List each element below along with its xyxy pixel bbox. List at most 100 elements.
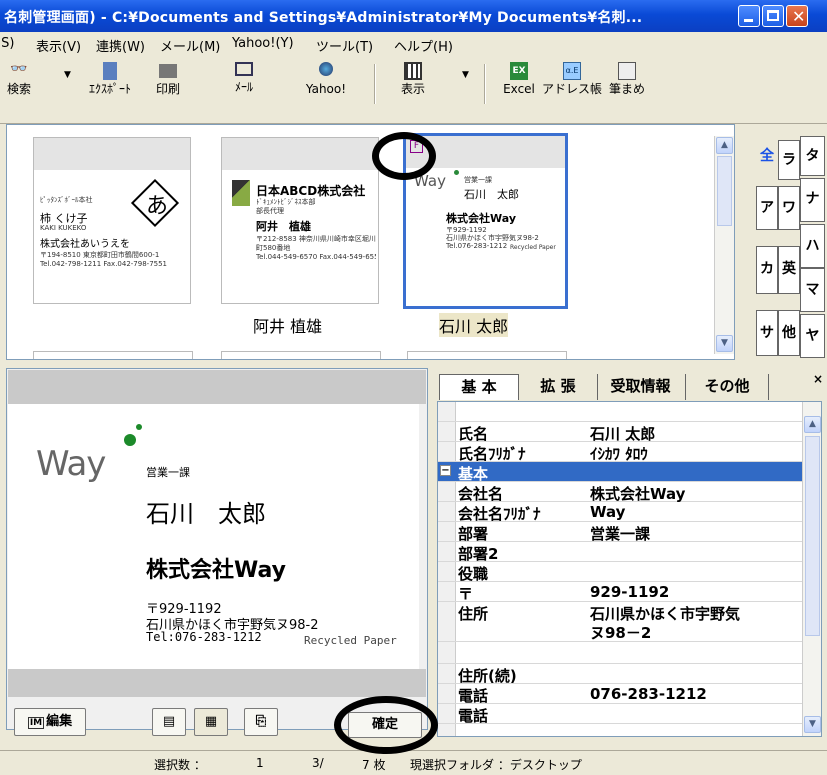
scroll-down-arrow-icon[interactable]: ▼: [804, 716, 821, 733]
prop-group-basic[interactable]: − 基本: [438, 462, 806, 483]
page-position: 3/: [312, 756, 324, 770]
ime-icon: IM: [27, 717, 45, 729]
gallery-scrollbar[interactable]: ▲ ▼: [714, 136, 734, 354]
card-name-label: 阿井 植雄: [253, 317, 323, 336]
kana-tab-sa[interactable]: サ: [756, 310, 778, 356]
prop-row-phone[interactable]: 電話 076-283-1212: [438, 684, 806, 705]
kana-tab-na[interactable]: ナ: [800, 178, 825, 222]
menu-item-help[interactable]: ヘルプ(H): [394, 36, 453, 55]
menu-item-view[interactable]: 表示(V): [36, 36, 81, 55]
excel-icon: EX: [510, 62, 528, 80]
fudemame-button[interactable]: 筆まめ: [604, 62, 650, 96]
back-side-button[interactable]: ▦: [194, 708, 228, 736]
tab-received[interactable]: 受取情報: [597, 374, 683, 400]
maximize-button[interactable]: [762, 5, 784, 27]
kana-tab-other[interactable]: 他: [778, 310, 800, 356]
business-card-thumbnail[interactable]: あ ﾋﾟｯﾀﾝｽﾞﾎﾞｰﾙ本社 柿 くけ子 KAKI KUKEKO 株式会社あい…: [33, 137, 191, 304]
kana-tab-ei[interactable]: 英: [778, 246, 800, 294]
kana-tab-ka[interactable]: カ: [756, 246, 778, 294]
prop-row-zip[interactable]: 〒 929-1192: [438, 582, 806, 603]
kana-tab-a[interactable]: ア: [756, 186, 778, 230]
binoculars-icon: 👓: [10, 61, 28, 77]
addressbook-button[interactable]: α.E アドレス帳: [540, 62, 604, 96]
mail-icon: [235, 62, 253, 76]
card-front-icon: ▤: [162, 714, 176, 729]
prop-row-address2[interactable]: 住所(続): [438, 664, 806, 685]
scroll-up-arrow-icon[interactable]: ▲: [716, 137, 733, 154]
scroll-thumb[interactable]: [717, 156, 732, 226]
tab-basic[interactable]: 基 本: [439, 374, 519, 400]
annotation-circle: [334, 696, 438, 754]
close-button[interactable]: ✕: [786, 5, 808, 27]
globe-icon: [319, 62, 333, 76]
scroll-up-arrow-icon[interactable]: ▲: [804, 416, 821, 433]
card-logo: [232, 180, 250, 206]
kana-tab-ha[interactable]: ハ: [800, 224, 825, 268]
mail-button[interactable]: ﾒｰﾙ: [224, 62, 264, 94]
title-bar: 名刺管理画面) - C:¥Documents and Settings¥Admi…: [0, 0, 827, 32]
card-company: 株式会社Way: [146, 558, 286, 583]
minimize-button[interactable]: [738, 5, 760, 27]
close-icon: ✕: [792, 7, 806, 26]
yahoo-button[interactable]: Yahoo!: [298, 62, 354, 96]
export-icon: [103, 62, 117, 80]
card-dept: 営業一課: [146, 466, 190, 479]
collapse-icon[interactable]: −: [440, 465, 451, 476]
prop-row-name[interactable]: 氏名 石川 太郎: [438, 422, 806, 443]
view-button[interactable]: 表示: [396, 62, 430, 96]
business-card-thumbnail[interactable]: 日本ABCD株式会社 ﾄﾞｷｭﾒﾝﾄﾋﾞｼﾞﾈｽ本部 部長代理 阿井 植雄 〒2…: [221, 137, 379, 304]
tab-other[interactable]: その他: [685, 374, 769, 400]
kana-index: 全 ラ タ ナ ア ワ ハ カ 英 マ サ 他 ヤ: [748, 124, 827, 360]
pen-icon: [618, 62, 636, 80]
prop-row-title[interactable]: 役職: [438, 562, 806, 583]
tab-extended[interactable]: 拡 張: [525, 374, 591, 400]
prop-row-address[interactable]: 住所 石川県かほく市宇野気 ヌ98－2: [438, 602, 806, 642]
property-scrollbar[interactable]: ▲ ▼: [802, 402, 821, 736]
prop-row-dept[interactable]: 部署 営業一課: [438, 522, 806, 543]
minimize-icon: [744, 19, 753, 22]
card-recycled: Recycled Paper: [304, 634, 397, 647]
prop-row-name-kana[interactable]: 氏名ﾌﾘｶﾞﾅ ｲｼｶﾜ ﾀﾛｳ: [438, 442, 806, 463]
kana-tab-ya[interactable]: ヤ: [800, 314, 825, 358]
menu-item-mail[interactable]: メール(M): [160, 36, 220, 55]
search-dropdown-arrow-icon[interactable]: ▼: [64, 70, 71, 80]
status-bar: 選択数 ： 1 3/ 7 枚 現選択フォルダ ：デスクトップ: [0, 750, 827, 775]
menu-bar: (S) 表示(V) 連携(W) メール(M) Yahoo!(Y) ツール(T) …: [0, 32, 827, 56]
scroll-thumb[interactable]: [805, 436, 820, 636]
selection-count-label: 選択数 ：: [154, 758, 206, 772]
menu-item-s[interactable]: (S): [0, 36, 14, 51]
menu-item-link[interactable]: 連携(W): [96, 36, 145, 55]
card-logo-dot: [124, 434, 136, 446]
clip-button[interactable]: ⎘: [244, 708, 278, 736]
front-side-button[interactable]: ▤: [152, 708, 186, 736]
window-title: 名刺管理画面) - C:¥Documents and Settings¥Admi…: [4, 10, 643, 26]
card-back-icon: ▦: [204, 714, 218, 729]
scroll-down-arrow-icon[interactable]: ▼: [716, 335, 733, 352]
search-button[interactable]: 👓 検索: [2, 62, 36, 96]
kana-tab-ta[interactable]: タ: [800, 136, 825, 176]
export-button[interactable]: ｴｸｽﾎﾟｰﾄ: [80, 62, 140, 96]
kana-tab-wa[interactable]: ワ: [778, 186, 800, 230]
printer-icon: [159, 64, 177, 78]
toolbar-separator: [484, 64, 486, 104]
business-card-preview: Way 営業一課 石川 太郎 株式会社Way 〒929-1192 石川県かほく市…: [8, 404, 419, 669]
kana-tab-all[interactable]: 全: [756, 136, 778, 180]
current-folder: 現選択フォルダ ：デスクトップ: [410, 758, 582, 772]
excel-button[interactable]: EX Excel: [500, 62, 538, 96]
menu-item-tools[interactable]: ツール(T): [316, 36, 373, 55]
prop-row-phone2[interactable]: 電話: [438, 704, 806, 725]
print-button[interactable]: 印刷: [148, 62, 188, 96]
kana-tab-ra[interactable]: ラ: [778, 140, 800, 180]
card-tel: Tel:076-283-1212: [146, 630, 262, 644]
prop-row-company-kana[interactable]: 会社名ﾌﾘｶﾞﾅ Way: [438, 502, 806, 523]
card-total: 7 枚: [362, 758, 386, 772]
prop-row-company[interactable]: 会社名 株式会社Way: [438, 482, 806, 503]
close-pane-icon[interactable]: ×: [813, 372, 823, 386]
view-dropdown-arrow-icon[interactable]: ▼: [462, 70, 469, 80]
menu-item-yahoo[interactable]: Yahoo!(Y): [232, 36, 294, 51]
kana-tab-ma[interactable]: マ: [800, 268, 825, 312]
toolbar: 👓 検索 ▼ ｴｸｽﾎﾟｰﾄ 印刷 ﾒｰﾙ Yahoo! 表示 ▼ EX Excel…: [0, 56, 827, 124]
prop-row-dept2[interactable]: 部署2: [438, 542, 806, 563]
edit-button[interactable]: IM 編集: [14, 708, 86, 736]
card-gallery[interactable]: あ ﾋﾟｯﾀﾝｽﾞﾎﾞｰﾙ本社 柿 くけ子 KAKI KUKEKO 株式会社あい…: [6, 124, 735, 360]
